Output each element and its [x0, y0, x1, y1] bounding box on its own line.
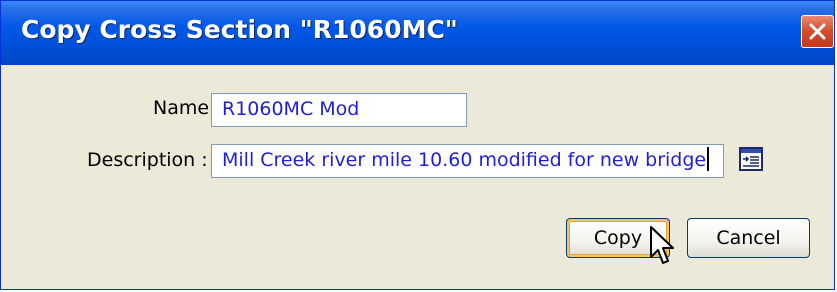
cancel-button[interactable]: Cancel	[687, 218, 810, 258]
copy-cross-section-dialog: Copy Cross Section "R1060MC" Name : R106…	[0, 0, 835, 290]
title-bar[interactable]: Copy Cross Section "R1060MC"	[1, 1, 834, 65]
text-editor-icon	[739, 147, 763, 171]
close-icon	[809, 23, 826, 40]
description-editor-button[interactable]	[739, 147, 763, 171]
name-value: R1060MC Mod	[222, 98, 360, 120]
name-input[interactable]: R1060MC Mod	[211, 93, 467, 127]
description-input[interactable]: Mill Creek river mile 10.60 modified for…	[211, 144, 724, 178]
description-label: Description :	[87, 149, 208, 171]
text-caret	[707, 147, 710, 171]
dialog-title: Copy Cross Section "R1060MC"	[21, 15, 458, 44]
description-value: Mill Creek river mile 10.60 modified for…	[222, 149, 707, 171]
mouse-pointer-icon	[650, 226, 674, 264]
close-button[interactable]	[801, 15, 834, 48]
